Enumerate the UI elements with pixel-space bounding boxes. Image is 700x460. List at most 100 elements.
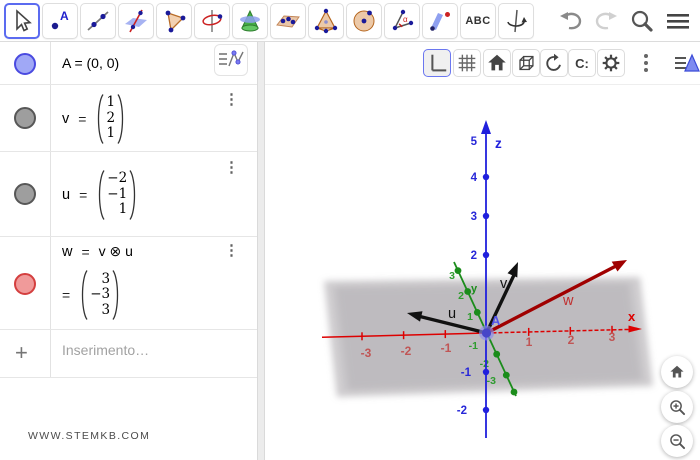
- perpendicular-plane-tool-button[interactable]: [118, 3, 154, 39]
- z-axis-label: z: [495, 136, 502, 151]
- polygon-tool-button[interactable]: [156, 3, 192, 39]
- search-button[interactable]: [625, 5, 659, 37]
- panel-divider[interactable]: [257, 42, 265, 460]
- pyramid-icon: [313, 8, 339, 34]
- zoom-out-button[interactable]: [661, 425, 693, 457]
- cursor-icon: [9, 8, 35, 34]
- tick-label: 1: [526, 335, 533, 349]
- visibility-toggle-w[interactable]: [14, 273, 36, 295]
- line-tool-button[interactable]: [80, 3, 116, 39]
- visibility-toggle-u[interactable]: [14, 183, 36, 205]
- vector-v-arrowhead: [508, 262, 519, 278]
- algebra-row-v[interactable]: v = 1 2 1 ⋮: [0, 85, 257, 152]
- home-view-button[interactable]: [661, 356, 693, 388]
- angle-tool-button[interactable]: α: [384, 3, 420, 39]
- zoom-in-button[interactable]: [661, 391, 693, 423]
- tick-label: 3: [609, 330, 616, 344]
- menu-button[interactable]: [661, 5, 695, 37]
- move-tool-button[interactable]: [4, 3, 40, 39]
- tick-label: -2: [480, 358, 489, 370]
- vector-w-matrix: 3 −3 3: [79, 269, 121, 321]
- visibility-toggle-A[interactable]: [14, 53, 36, 75]
- tick-label: 1: [467, 311, 473, 323]
- z-axis-arrowhead: [481, 120, 491, 134]
- text-tool-button[interactable]: ABC: [460, 3, 496, 39]
- geogebra-3d-app: A: [0, 0, 700, 460]
- vector-cell: 3: [102, 303, 111, 319]
- point-A-label: A: [491, 313, 501, 328]
- algebra-row-u[interactable]: u = −2 −1 1 ⋮: [0, 152, 257, 237]
- row-menu-u[interactable]: ⋮: [224, 161, 239, 175]
- var-name-w: w: [62, 244, 72, 260]
- right-paren: [117, 93, 126, 145]
- zoom-out-icon: [668, 432, 687, 451]
- expression-w-value: = 3 −3 3: [62, 267, 121, 323]
- tick-label: -3: [361, 346, 372, 360]
- vector-v-matrix: 1 2 1: [95, 93, 126, 145]
- algebra-row-A[interactable]: A = (0, 0): [0, 42, 257, 85]
- svg-text:α: α: [403, 15, 408, 24]
- cone-tool-button[interactable]: [232, 3, 268, 39]
- tick-label: 3: [471, 211, 477, 223]
- algebra-style-icon: [217, 49, 245, 71]
- visibility-toggle-v[interactable]: [14, 107, 36, 129]
- scene-3d-canvas[interactable]: -3 -2 -1 1 2 3 x 1 2 3: [265, 42, 700, 460]
- redo-icon: [592, 8, 620, 34]
- plus-icon: +: [15, 340, 28, 366]
- tick-label: -2: [457, 405, 467, 417]
- vector-cell: 3: [102, 272, 111, 288]
- algebra-panel: A = (0, 0) v =: [0, 42, 257, 460]
- expression-v: v = 1 2 1: [62, 92, 126, 145]
- search-icon: [628, 7, 656, 35]
- plane-line-icon: [123, 8, 149, 34]
- expression-A: A = (0, 0): [62, 55, 119, 71]
- rotate-view-tool-button[interactable]: [498, 3, 534, 39]
- algebra-style-button[interactable]: [214, 44, 248, 76]
- vector-w-label: w: [562, 293, 574, 309]
- cross-product-expression: v ⊗ u: [99, 243, 133, 260]
- hamburger-icon: [664, 8, 692, 34]
- circle-axis-tool-button[interactable]: [194, 3, 230, 39]
- expression-u: u = −2 −1 1: [62, 168, 138, 221]
- reflect-icon: [427, 8, 453, 34]
- vector-cell: 1: [106, 126, 115, 142]
- equals-sign: =: [62, 287, 70, 303]
- zoom-in-icon: [668, 398, 687, 417]
- pyramid-tool-button[interactable]: [308, 3, 344, 39]
- polygon-icon: [161, 8, 187, 34]
- row-menu-w[interactable]: ⋮: [224, 244, 239, 258]
- plane-through-points-tool-button[interactable]: [270, 3, 306, 39]
- vector-u-matrix: −2 −1 1: [96, 169, 138, 221]
- sphere-tool-button[interactable]: [346, 3, 382, 39]
- algebra-input-row[interactable]: +: [0, 330, 257, 378]
- vector-u-label: u: [448, 306, 456, 322]
- tick-label: 2: [458, 290, 464, 302]
- abc-label: ABC: [465, 15, 490, 27]
- point-icon: A: [47, 8, 73, 34]
- sphere-icon: [351, 8, 377, 34]
- left-paren: [79, 269, 88, 321]
- rotate-3d-icon: [503, 8, 529, 34]
- undo-button[interactable]: [554, 5, 588, 37]
- tick-label: -1: [441, 341, 452, 355]
- var-name-v: v: [62, 111, 69, 127]
- home-icon: [668, 363, 686, 381]
- graphics-3d-view[interactable]: C:: [265, 42, 700, 460]
- redo-button[interactable]: [589, 5, 623, 37]
- vector-v-label: v: [500, 276, 508, 292]
- left-paren: [96, 169, 105, 221]
- undo-icon: [557, 8, 585, 34]
- point-tool-button[interactable]: A: [42, 3, 78, 39]
- vector-cell: −2: [107, 171, 127, 187]
- equals-sign: =: [81, 244, 89, 260]
- expression-w-def: w = v ⊗ u: [62, 243, 133, 260]
- algebra-row-w[interactable]: w = v ⊗ u = 3 −3 3 ⋮: [0, 237, 257, 330]
- angle-icon: α: [389, 8, 415, 34]
- tick-label: -1: [461, 367, 472, 379]
- algebra-input[interactable]: [62, 342, 222, 358]
- vector-cell: 1: [106, 95, 115, 111]
- reflect-plane-tool-button[interactable]: [422, 3, 458, 39]
- row-menu-v[interactable]: ⋮: [224, 93, 239, 107]
- tick-label: 2: [568, 333, 575, 347]
- tick-label: 2: [471, 250, 477, 262]
